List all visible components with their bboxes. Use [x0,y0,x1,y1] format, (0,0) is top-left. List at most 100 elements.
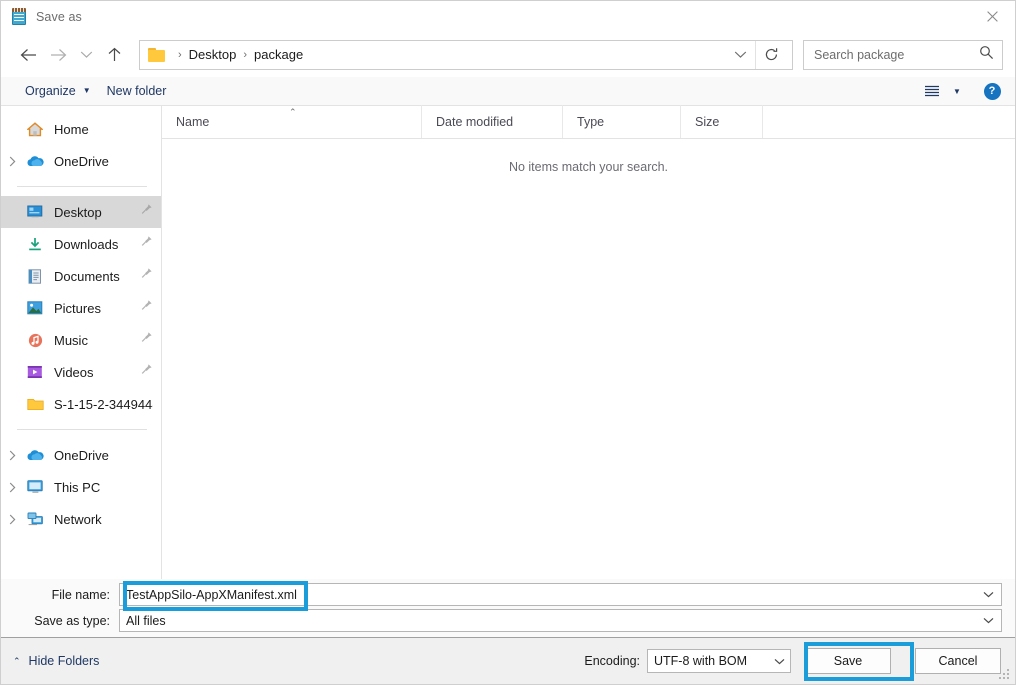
chevron-up-icon: ⌃ [13,655,21,666]
chevron-down-icon[interactable] [975,591,1001,598]
save-form: File name: TestAppSilo-AppXManifest.xml … [1,579,1015,637]
chevron-right-icon[interactable] [1,450,23,461]
sidebar-item-label: Home [54,121,89,137]
column-label: Size [695,114,720,129]
network-icon [25,512,45,526]
save-button[interactable]: Save [805,648,891,674]
empty-list-message: No items match your search. [508,160,669,174]
onedrive-icon [25,155,45,167]
folder-icon [25,397,45,411]
pin-icon[interactable] [140,363,153,381]
column-label: Name [176,114,210,129]
breadcrumb-separator: › [243,48,248,61]
pin-icon[interactable] [140,267,153,285]
address-chevron-down-icon[interactable] [725,41,755,69]
sidebar-item-onedrive[interactable]: OneDrive [1,145,161,177]
filename-row: File name: TestAppSilo-AppXManifest.xml [1,582,1015,607]
dialog-body: Home OneDrive Desktop Downloads Document… [1,105,1015,579]
sidebar-item-videos[interactable]: Videos [1,356,161,388]
column-header-type[interactable]: Type [563,105,681,138]
home-icon [25,121,45,137]
column-header-name[interactable]: Name ⌃ [162,105,422,138]
onedrive-icon [25,449,45,461]
help-icon: ? [983,82,1001,100]
sidebar-item-label: Videos [54,364,94,380]
pin-icon[interactable] [140,331,153,349]
resize-grip[interactable] [999,669,1011,681]
address-bar[interactable]: › Desktop › package [139,39,793,70]
savetype-label: Save as type: [34,613,110,628]
forward-button[interactable] [43,40,73,70]
sidebar-divider [17,429,147,430]
close-icon[interactable] [969,1,1015,32]
sidebar-item-network[interactable]: Network [1,503,161,535]
thispc-icon [25,480,45,494]
encoding-value: UTF-8 with BOM [654,654,748,668]
breadcrumb-item-desktop[interactable]: Desktop [189,47,237,62]
sidebar-item-pictures[interactable]: Pictures [1,292,161,324]
column-label: Date modified [436,114,514,129]
navigation-bar: › Desktop › package Search package [1,32,1015,77]
column-label: Type [577,114,605,129]
chevron-down-icon[interactable] [975,617,1001,624]
savetype-dropdown[interactable]: All files [119,609,1002,632]
back-button[interactable] [13,40,43,70]
sidebar-item-label: Network [54,511,102,527]
search-input[interactable]: Search package [814,48,979,62]
hide-folders-button[interactable]: ⌃ Hide Folders [13,654,99,668]
search-icon[interactable] [979,45,994,65]
view-chevron-down-icon[interactable]: ▼ [947,80,967,102]
sidebar-item-documents[interactable]: Documents [1,260,161,292]
sidebar-item-music[interactable]: Music [1,324,161,356]
pin-icon[interactable] [140,235,153,253]
sidebar-item-label: Downloads [54,236,119,252]
sidebar-item-appcontainer-folder[interactable]: S-1-15-2-344944837 [1,388,161,420]
sidebar-item-label: Documents [54,268,120,284]
organize-label: Organize [25,84,76,98]
column-header-size[interactable]: Size [681,105,763,138]
chevron-down-icon[interactable] [768,658,790,665]
encoding-label: Encoding: [584,654,640,668]
cancel-button[interactable]: Cancel [915,648,1001,674]
dialog-footer: ⌃ Hide Folders Encoding: UTF-8 with BOM … [1,637,1015,684]
sidebar-item-label: OneDrive [54,447,109,463]
refresh-icon[interactable] [756,41,786,69]
window-title: Save as [36,9,82,24]
chevron-right-icon[interactable] [1,514,23,525]
breadcrumb-separator: › [178,48,182,61]
column-header-filler [763,105,1015,138]
column-header-date-modified[interactable]: Date modified [422,105,563,138]
recent-locations-chevron-down-icon[interactable] [73,40,99,70]
encoding-dropdown[interactable]: UTF-8 with BOM [647,649,791,673]
new-folder-button[interactable]: New folder [99,77,175,105]
pin-icon[interactable] [140,203,153,221]
sidebar-item-label: S-1-15-2-344944837 [54,396,153,412]
title-bar: Save as [1,1,1015,32]
sidebar-item-home[interactable]: Home [1,113,161,145]
view-options-icon[interactable] [919,80,945,102]
up-button[interactable] [99,40,129,70]
sidebar-item-desktop[interactable]: Desktop [1,196,161,228]
search-box[interactable]: Search package [803,39,1003,70]
sidebar-item-label: Desktop [54,204,102,220]
breadcrumb-item-package[interactable]: package [254,47,303,62]
command-bar: Organize ▼ New folder ▼ ? [1,77,1015,106]
pin-icon[interactable] [140,299,153,317]
window-controls [969,1,1015,32]
organize-button[interactable]: Organize ▼ [17,77,99,105]
sidebar-item-downloads[interactable]: Downloads [1,228,161,260]
chevron-right-icon[interactable] [1,156,23,167]
chevron-right-icon[interactable] [1,482,23,493]
filename-label: File name: [51,587,110,602]
file-list-pane: Name ⌃ Date modified Type Size No items … [162,105,1015,579]
filename-input[interactable]: TestAppSilo-AppXManifest.xml [119,583,1002,606]
sidebar-item-this-pc[interactable]: This PC [1,471,161,503]
sidebar-item-onedrive-tree[interactable]: OneDrive [1,439,161,471]
hide-folders-label: Hide Folders [28,654,100,668]
help-button[interactable]: ? [977,78,1007,104]
footer-actions: Encoding: UTF-8 with BOM Save Cancel [584,648,1001,674]
sidebar-item-label: This PC [54,479,101,495]
savetype-row: Save as type: All files [1,608,1015,633]
pictures-icon [25,301,45,315]
navigation-pane: Home OneDrive Desktop Downloads Document… [1,106,162,579]
